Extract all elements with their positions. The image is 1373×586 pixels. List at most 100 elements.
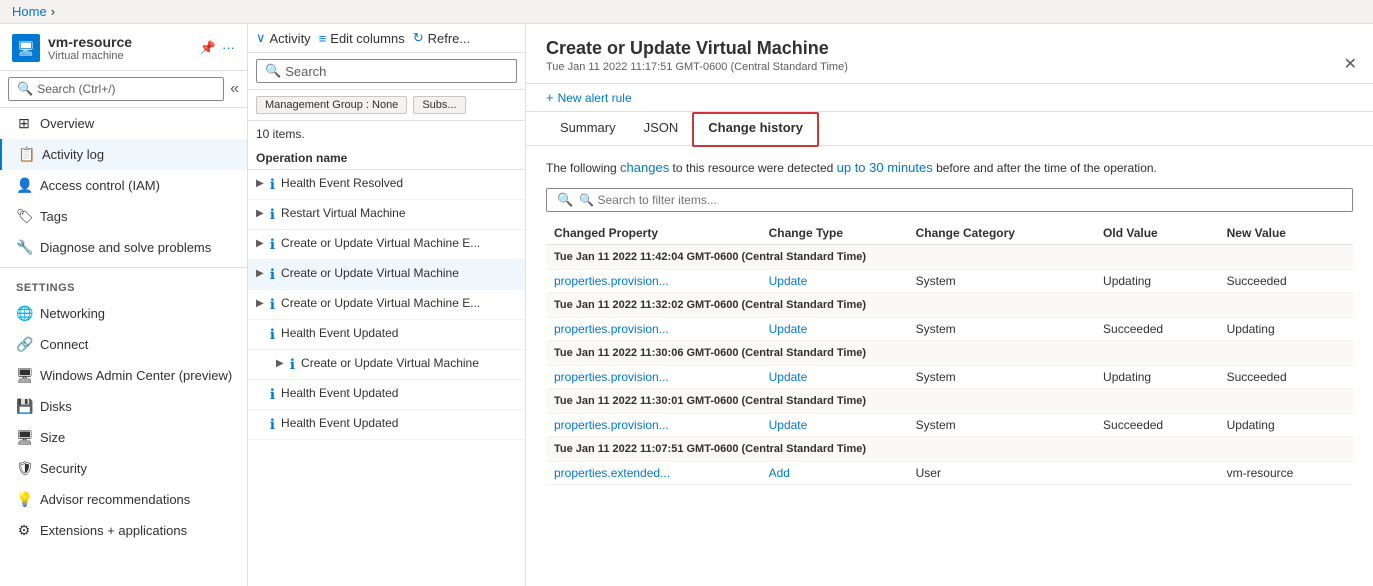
refresh-button[interactable]: ↻ Refre... <box>413 30 471 46</box>
property-cell[interactable]: properties.provision... <box>546 269 761 292</box>
filter-tag-management-group[interactable]: Management Group : None <box>256 96 407 114</box>
sidebar-item-windows-admin[interactable]: 🖥 Windows Admin Center (preview) <box>0 360 247 391</box>
group-timestamp: Tue Jan 11 2022 11:42:04 GMT-0600 (Centr… <box>546 244 1353 269</box>
activity-log-icon: 📋 <box>18 146 34 163</box>
log-item[interactable]: ▶ ℹ Health Event Resolved <box>248 170 525 200</box>
change-data-row: properties.provision... Update System Up… <box>546 269 1353 292</box>
log-item[interactable]: ▶ ℹ Health Event Updated <box>248 320 525 350</box>
type-cell: Update <box>761 365 908 388</box>
log-item-label: Create or Update Virtual Machine E... <box>281 296 517 310</box>
change-data-row: properties.provision... Update System Su… <box>546 317 1353 340</box>
sidebar-item-label: Access control (IAM) <box>40 178 160 193</box>
info-icon: ℹ <box>270 266 275 283</box>
log-item[interactable]: ▶ ℹ Create or Update Virtual Machine <box>248 350 525 380</box>
info-icon: ℹ <box>270 176 275 193</box>
windows-admin-icon: 🖥 <box>16 367 32 384</box>
sidebar-item-activity-log[interactable]: 📋 Activity log <box>0 139 247 170</box>
property-cell[interactable]: properties.provision... <box>546 317 761 340</box>
overview-icon: ⊞ <box>16 115 32 132</box>
search-icon: 🔍 <box>265 63 281 79</box>
old-value-cell <box>1095 461 1219 484</box>
info-icon: ℹ <box>290 356 295 373</box>
change-group-row: Tue Jan 11 2022 11:07:51 GMT-0600 (Centr… <box>546 436 1353 461</box>
sidebar-item-advisor[interactable]: 💡 Advisor recommendations <box>0 484 247 515</box>
new-value-cell: Updating <box>1219 317 1353 340</box>
sidebar-item-diagnose[interactable]: 🔧 Diagnose and solve problems <box>0 232 247 263</box>
log-item-label: Create or Update Virtual Machine <box>301 356 517 370</box>
sidebar-item-disks[interactable]: 💾 Disks <box>0 391 247 422</box>
collapse-button[interactable]: « <box>230 80 239 98</box>
type-cell: Update <box>761 317 908 340</box>
more-icon[interactable]: ··· <box>222 40 235 56</box>
sidebar-item-networking[interactable]: 🌐 Networking <box>0 298 247 329</box>
middle-panel: ∨ Activity ≡ Edit columns ↻ Refre... 🔍 S… <box>248 24 526 586</box>
filter-tags: Management Group : None Subs... <box>248 90 525 121</box>
log-item[interactable]: ▶ ℹ Create or Update Virtual Machine E..… <box>248 230 525 260</box>
category-cell: System <box>908 269 1095 292</box>
col-header-operation-name: Operation name <box>248 147 525 170</box>
log-item-selected[interactable]: ▶ ℹ Create or Update Virtual Machine <box>248 260 525 290</box>
log-search-wrap: 🔍 Search <box>248 53 525 90</box>
log-list: ▶ ℹ Health Event Resolved ▶ ℹ Restart Vi… <box>248 170 525 586</box>
size-icon: 🖥 <box>16 429 32 446</box>
sidebar-item-label: Extensions + applications <box>40 523 187 538</box>
breadcrumb-home[interactable]: Home <box>12 4 47 19</box>
tab-change-history[interactable]: Change history <box>692 112 819 147</box>
log-item[interactable]: ▶ ℹ Health Event Updated <box>248 410 525 440</box>
pin-icon[interactable]: 📌 <box>200 40 216 56</box>
new-alert-button[interactable]: + New alert rule <box>546 90 1353 105</box>
expand-icon: ▶ <box>256 268 264 279</box>
col-change-type: Change Type <box>761 222 908 245</box>
filter-search-input[interactable] <box>579 193 1342 207</box>
vm-subtitle: Virtual machine <box>48 50 132 62</box>
diagnose-icon: 🔧 <box>16 239 32 256</box>
new-value-cell: Succeeded <box>1219 269 1353 292</box>
log-search-placeholder: Search <box>285 64 326 79</box>
property-cell[interactable]: properties.provision... <box>546 365 761 388</box>
log-item-label: Create or Update Virtual Machine E... <box>281 236 517 250</box>
sidebar-item-overview[interactable]: ⊞ Overview <box>0 108 247 139</box>
col-new-value: New Value <box>1219 222 1353 245</box>
sidebar-item-label: Tags <box>40 209 67 224</box>
activity-button[interactable]: ∨ Activity <box>256 30 311 46</box>
detail-subtitle: Tue Jan 11 2022 11:17:51 GMT-0600 (Centr… <box>546 61 1353 73</box>
sidebar-item-extensions[interactable]: ⚙ Extensions + applications <box>0 515 247 546</box>
property-cell[interactable]: properties.provision... <box>546 413 761 436</box>
edit-columns-button[interactable]: ≡ Edit columns <box>319 31 405 46</box>
vm-title: vm-resource <box>48 34 132 50</box>
search-icon: 🔍 <box>17 81 33 97</box>
log-item-label: Health Event Updated <box>281 416 517 430</box>
tab-summary[interactable]: Summary <box>546 112 630 145</box>
expand-icon: ▶ <box>276 358 284 369</box>
vm-icon: 🖥 <box>12 34 40 62</box>
filter-tag-subscription[interactable]: Subs... <box>413 96 465 114</box>
sidebar-item-connect[interactable]: 🔗 Connect <box>0 329 247 360</box>
plus-icon: + <box>546 90 554 105</box>
sidebar-item-size[interactable]: 🖥 Size <box>0 422 247 453</box>
info-icon: ℹ <box>270 206 275 223</box>
category-cell: System <box>908 413 1095 436</box>
info-icon: ℹ <box>270 386 275 403</box>
close-button[interactable]: ✕ <box>1344 54 1357 74</box>
filter-search-box[interactable]: 🔍 <box>546 188 1353 212</box>
sidebar-item-tags[interactable]: 🏷 Tags <box>0 201 247 232</box>
sidebar-item-label: Advisor recommendations <box>40 492 190 507</box>
expand-icon: ▶ <box>256 238 264 249</box>
new-value-cell: Succeeded <box>1219 365 1353 388</box>
detail-actions: + New alert rule <box>526 84 1373 112</box>
sidebar-item-label: Diagnose and solve problems <box>40 240 211 255</box>
property-cell[interactable]: properties.extended... <box>546 461 761 484</box>
sidebar-item-access-control[interactable]: 👤 Access control (IAM) <box>0 170 247 201</box>
log-item[interactable]: ▶ ℹ Restart Virtual Machine <box>248 200 525 230</box>
sidebar-item-label: Disks <box>40 399 72 414</box>
sidebar-search-placeholder: Search (Ctrl+/) <box>37 82 115 96</box>
sidebar-search-bar[interactable]: 🔍 Search (Ctrl+/) <box>8 77 224 101</box>
log-item[interactable]: ▶ ℹ Create or Update Virtual Machine E..… <box>248 290 525 320</box>
group-timestamp: Tue Jan 11 2022 11:30:06 GMT-0600 (Centr… <box>546 340 1353 365</box>
tab-json[interactable]: JSON <box>630 112 693 145</box>
refresh-icon: ↻ <box>413 30 424 46</box>
log-search-input[interactable]: 🔍 Search <box>256 59 517 83</box>
change-data-row: properties.provision... Update System Su… <box>546 413 1353 436</box>
log-item[interactable]: ▶ ℹ Health Event Updated <box>248 380 525 410</box>
sidebar-item-security[interactable]: 🛡 Security <box>0 453 247 484</box>
